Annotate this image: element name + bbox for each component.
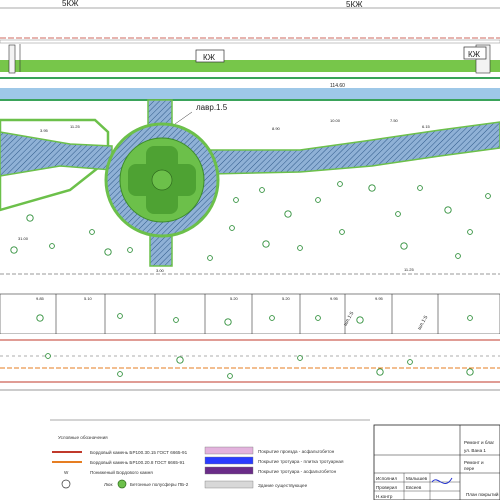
stamp-title-b: ул. Вана 1 (464, 448, 486, 453)
fence-line (0, 39, 500, 44)
dim-label: 11.25 (70, 124, 80, 129)
shrub-icon (395, 211, 401, 217)
legend-w-mark: W (64, 470, 69, 475)
shrub-icon (444, 206, 452, 214)
shrub-icon (104, 248, 112, 256)
legend-swatch-tile (204, 456, 254, 465)
legend-item: Покрытие тротуара - асфальтобетон (258, 469, 337, 474)
legend-item: Покрытие проезда - асфальтобетон (258, 449, 335, 454)
parking-strip (0, 293, 500, 335)
stamp-row: Исполнил (376, 476, 397, 481)
shrub-icon (284, 210, 292, 218)
site-plan: 5КЖ 5КЖ КЖ КЖ 114.60 лавр.1.5 3.95 11.25… (0, 0, 500, 500)
dim-label: 10.00 (330, 118, 341, 123)
kzh-box-1-label: КЖ (203, 53, 216, 62)
stamp-name: Малышев (406, 476, 428, 481)
drawing-sheet: 5КЖ 5КЖ КЖ КЖ 114.60 лавр.1.5 3.95 11.25… (0, 0, 500, 500)
shrub-icon (176, 356, 184, 364)
ramp-leader (174, 111, 193, 125)
shrub-icon (466, 368, 474, 376)
plaza-center (151, 169, 173, 191)
legend-title: Условные обозначения (58, 435, 108, 440)
concrete-hemisphere-icon (117, 479, 127, 489)
shrub-icon (337, 181, 343, 187)
shrub-icon (259, 187, 265, 193)
legend-swatch-asphalt-road (204, 446, 254, 455)
shrub-icon (368, 184, 376, 192)
gate-left (8, 44, 16, 74)
shrub-icon (224, 318, 232, 326)
parking-dim: 9.95 (330, 296, 339, 301)
dim-label: 3.95 (40, 128, 49, 133)
legend-item: Здание существующее (258, 483, 308, 488)
shrub-icon (117, 313, 123, 319)
shrub-icon (297, 355, 303, 361)
legend-item: Люк (104, 482, 113, 487)
stamp-name: Евсеев (406, 485, 422, 490)
shrub-icon (485, 193, 491, 199)
park-boundary-dim: 11.25 (404, 267, 414, 272)
stamp-row: Н.контр (376, 494, 393, 499)
shrub-icon (173, 317, 179, 323)
shrub-icon (297, 245, 303, 251)
shrub-icon (467, 315, 473, 321)
parking-dim: 5.20 (282, 296, 291, 301)
dim-label: 8.90 (272, 126, 281, 131)
shrub-icon (315, 197, 321, 203)
legend-swatch-building (204, 480, 254, 489)
shrub-icon (233, 197, 239, 203)
stamp-title-c: Ремонт и (464, 460, 484, 465)
top-label-left: 5КЖ (62, 0, 79, 8)
shrub-icon (339, 229, 345, 235)
parking-dim: 9.95 (375, 296, 384, 301)
shrub-icon (455, 253, 461, 259)
legend-swatch-asphalt-walk (204, 466, 254, 475)
shrub-icon (10, 246, 18, 254)
stamp-title-d: пере (464, 466, 475, 471)
shrub-icon (45, 353, 51, 359)
legend-item: Покрытие тротуара - плитка тротуарная (258, 459, 344, 464)
shrub-icon (207, 255, 213, 261)
dim-label: 3.00 (156, 268, 165, 273)
shrub-icon (26, 214, 34, 222)
shrub-icon (89, 229, 95, 235)
shrub-icon (467, 229, 473, 235)
parking-dim: 9.85 (36, 296, 45, 301)
shrub-icon (269, 315, 275, 321)
shrub-icon (407, 359, 413, 365)
dim-label: 6.15 (422, 124, 431, 129)
shrub-icon (117, 371, 123, 377)
road-dimension-label: 114.60 (330, 83, 345, 89)
ramp-label: лавр.1.5 (196, 103, 228, 112)
shrub-icon (315, 315, 321, 321)
parking-dim: 5.10 (84, 296, 93, 301)
top-label-right: 5КЖ (346, 0, 363, 9)
lower-road (0, 334, 500, 382)
legend-item: Бетонные полусферы ПБ-2 (130, 482, 189, 487)
shrub-icon (229, 225, 235, 231)
walkway-right (209, 121, 500, 175)
road-blue-band (0, 88, 500, 100)
dim-label: 31.00 (18, 236, 29, 241)
legend-item: Бордовый камень БР100.30.15 ГОСТ 6665-91 (90, 449, 188, 455)
stamp-row: Проверил (376, 485, 397, 490)
shrub-icon (227, 373, 233, 379)
shrub-icon (356, 316, 364, 324)
shrub-icon (36, 314, 44, 322)
stamp-title-a: Ремонт и благ (464, 440, 495, 445)
kzh-box-2-label: КЖ (468, 50, 481, 59)
legend-item: Бордовый камень БР100.20.8 ГОСТ 6665-91 (90, 459, 185, 465)
legend-item: Пониженый Бордового камня (90, 469, 153, 475)
shrub-icon (400, 242, 408, 250)
shrub-icon (262, 240, 270, 248)
stamp-sheet-label: План покрытий (466, 491, 499, 497)
dim-label: 7.50 (390, 118, 399, 123)
shrub-icon (49, 243, 55, 249)
shrub-icon (376, 368, 384, 376)
top-lawn-strip (0, 60, 500, 72)
hatch-icon (61, 479, 71, 489)
parking-dim: 5.20 (230, 296, 239, 301)
shrub-icon (127, 247, 133, 253)
shrub-icon (417, 185, 423, 191)
